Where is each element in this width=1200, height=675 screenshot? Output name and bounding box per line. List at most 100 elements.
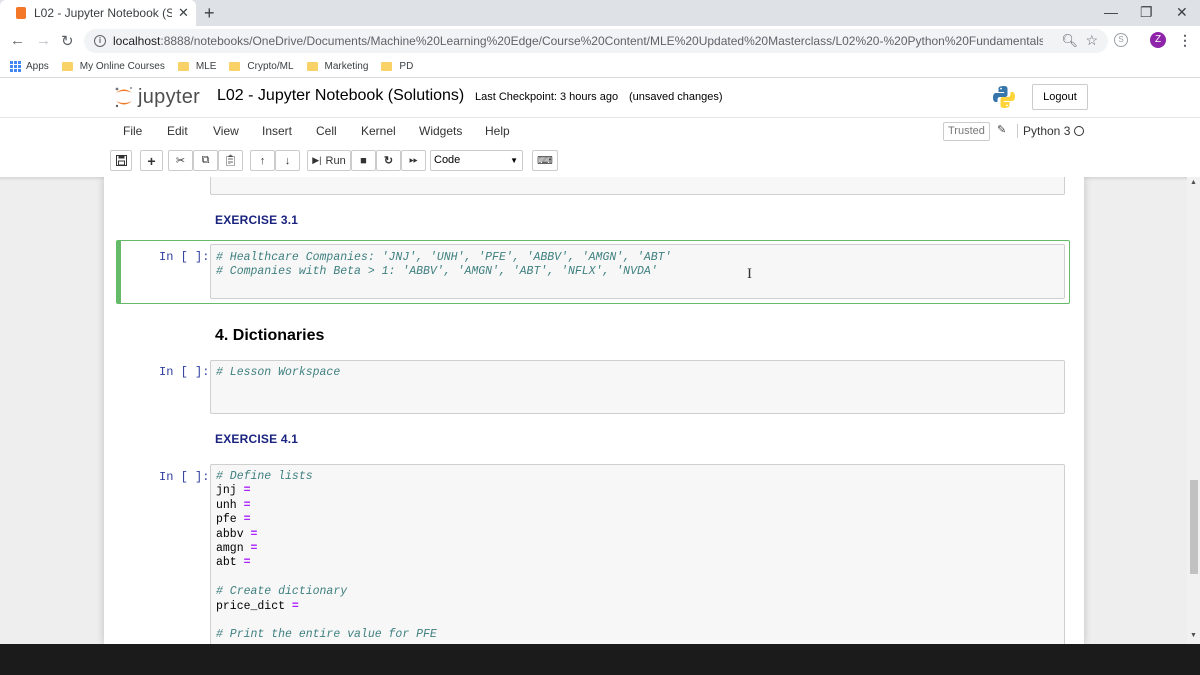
save-icon[interactable] xyxy=(110,150,132,171)
menu-widgets[interactable]: Widgets xyxy=(419,124,462,138)
kernel-idle-indicator-icon xyxy=(1074,126,1084,136)
jupyter-wordmark: jupyter xyxy=(138,85,201,108)
bookmark-pd[interactable]: PD xyxy=(381,61,413,72)
minimize-icon[interactable]: — xyxy=(1104,4,1118,20)
menu-insert[interactable]: Insert xyxy=(262,124,292,138)
dropdown-caret-icon: ▼ xyxy=(510,156,518,165)
code-line: abt = xyxy=(216,556,251,570)
code-line: unh = xyxy=(216,498,251,512)
checkpoint-status: Last Checkpoint: 3 hours ago xyxy=(475,91,619,103)
menu-kernel[interactable]: Kernel xyxy=(361,124,396,138)
forward-arrow-icon[interactable]: → xyxy=(36,32,51,49)
paste-icon[interactable]: 📋︎ xyxy=(218,150,243,171)
bookmark-marketing[interactable]: Marketing xyxy=(306,61,368,72)
browser-tab-strip: L02 - Jupyter Notebook (Solutio ✕ + — ❐ … xyxy=(0,0,1200,26)
code-line: pfe = xyxy=(216,513,251,527)
autosave-status: (unsaved changes) xyxy=(629,91,723,103)
previous-cell-input[interactable] xyxy=(210,177,1065,195)
edit-mode-pencil-icon: ✎ xyxy=(997,124,1007,136)
interrupt-stop-icon[interactable]: ■ xyxy=(351,150,376,171)
restart-run-all-icon[interactable]: ⏩︎ xyxy=(401,150,426,171)
bookmark-apps[interactable]: Apps xyxy=(10,61,49,72)
exercise-3-1-heading: EXERCISE 3.1 xyxy=(215,213,299,227)
menu-cell[interactable]: Cell xyxy=(316,124,337,138)
tab-title: L02 - Jupyter Notebook (Solutio xyxy=(34,6,172,20)
logout-button[interactable]: Logout xyxy=(1032,84,1088,110)
menu-view[interactable]: View xyxy=(213,124,239,138)
tab-close-icon[interactable]: ✕ xyxy=(178,5,189,21)
jupyter-logo-icon xyxy=(115,86,133,108)
new-tab-button[interactable]: + xyxy=(204,3,215,24)
browser-toolbar: ← → ↻ i localhost:8888/notebooks/OneDriv… xyxy=(0,26,1200,56)
cell-prompt: In [ ]: xyxy=(159,250,210,264)
bookmark-crypto-ml[interactable]: Crypto/ML xyxy=(229,61,294,72)
bookmark-my-online-courses[interactable]: My Online Courses xyxy=(61,61,165,72)
move-up-arrow-icon[interactable]: ↑ xyxy=(250,150,275,171)
folder-icon xyxy=(61,62,73,71)
python-logo-icon xyxy=(993,86,1015,108)
code-line: # Companies with Beta > 1: 'ABBV', 'AMGN… xyxy=(216,265,658,279)
notebook-title[interactable]: L02 - Jupyter Notebook (Solutions) xyxy=(217,87,464,105)
close-window-icon[interactable]: ✕ xyxy=(1176,4,1188,21)
command-palette-keyboard-icon[interactable]: ⌨ xyxy=(532,150,558,171)
restart-kernel-icon[interactable]: ↻ xyxy=(376,150,401,171)
text-cursor-icon: I xyxy=(747,266,752,282)
address-bar[interactable]: i localhost:8888/notebooks/OneDrive/Docu… xyxy=(84,29,1108,53)
code-editor[interactable]: # Healthcare Companies: 'JNJ', 'UNH', 'P… xyxy=(210,244,1065,299)
cut-scissors-icon[interactable]: ✂ xyxy=(168,150,193,171)
notebook-toolbar: + ✂ ⧉ 📋︎ ↑ ↓ ▶︎| Run ■ ↻ ⏩︎ Code ▼ ⌨ xyxy=(110,150,1090,172)
trusted-indicator[interactable]: Trusted xyxy=(943,122,990,141)
site-info-icon[interactable]: i xyxy=(94,35,106,47)
menu-edit[interactable]: Edit xyxy=(167,124,188,138)
jupyter-favicon-icon xyxy=(16,7,26,19)
zoom-icon[interactable]: 🔍︎ xyxy=(1061,33,1078,49)
extension-icon[interactable]: S xyxy=(1114,33,1128,47)
reload-icon[interactable]: ↻ xyxy=(61,32,74,50)
notebook-container: EXERCISE 3.1 In [ ]: # Healthcare Compan… xyxy=(104,177,1084,644)
bookmark-star-icon[interactable]: ☆ xyxy=(1085,32,1098,49)
bookmark-mle[interactable]: MLE xyxy=(177,61,216,72)
restore-icon[interactable]: ❐ xyxy=(1140,4,1153,21)
browser-tab[interactable]: L02 - Jupyter Notebook (Solutio ✕ xyxy=(0,0,196,26)
code-line: jnj = xyxy=(216,484,251,498)
menu-file[interactable]: File xyxy=(123,124,142,138)
back-arrow-icon[interactable]: ← xyxy=(10,32,25,49)
code-line: # Healthcare Companies: 'JNJ', 'UNH', 'P… xyxy=(216,251,672,264)
code-editor[interactable]: # Define lists jnj = unh = pfe = abbv = … xyxy=(210,464,1065,644)
insert-cell-plus-icon[interactable]: + xyxy=(140,150,163,171)
cell-type-select[interactable]: Code ▼ xyxy=(430,150,523,171)
folder-icon xyxy=(177,62,189,71)
scroll-up-arrow-icon[interactable]: ▲ xyxy=(1190,179,1197,186)
video-bottom-bar xyxy=(0,644,1200,675)
page-scrollbar[interactable]: ▲ ▼ xyxy=(1187,177,1200,644)
exercise-4-1-heading: EXERCISE 4.1 xyxy=(215,432,299,446)
code-line: abbv = xyxy=(216,527,258,541)
folder-icon xyxy=(306,62,318,71)
bookmarks-bar: Apps My Online Courses MLE Crypto/ML Mar… xyxy=(0,56,1200,78)
jupyter-logo[interactable]: jupyter xyxy=(114,85,200,109)
run-label: Run xyxy=(325,154,346,167)
profile-avatar[interactable]: Z xyxy=(1150,32,1166,48)
code-line: amgn = xyxy=(216,542,258,556)
apps-grid-icon xyxy=(10,61,21,72)
code-editor[interactable]: # Lesson Workspace xyxy=(210,360,1065,414)
code-line: # Print the entire value for PFE xyxy=(216,628,437,642)
code-line: # Lesson Workspace xyxy=(216,366,341,379)
copy-icon[interactable]: ⧉ xyxy=(193,150,218,171)
move-down-arrow-icon[interactable]: ↓ xyxy=(275,150,300,171)
cell-type-value: Code xyxy=(434,154,461,166)
scroll-down-arrow-icon[interactable]: ▼ xyxy=(1190,632,1197,639)
cell-prompt: In [ ]: xyxy=(159,365,210,379)
code-line: # Define lists xyxy=(216,470,313,483)
menu-help[interactable]: Help xyxy=(485,124,510,138)
browser-menu-icon[interactable]: ⋮ xyxy=(1178,32,1192,49)
notebook-menubar: File Edit View Insert Cell Kernel Widget… xyxy=(110,118,1090,146)
scrollbar-thumb[interactable] xyxy=(1190,480,1198,574)
cell-prompt: In [ ]: xyxy=(159,470,210,484)
url-text: localhost:8888/notebooks/OneDrive/Docume… xyxy=(113,34,1043,48)
run-button[interactable]: ▶︎| Run xyxy=(307,150,351,171)
dictionaries-heading: 4. Dictionaries xyxy=(215,327,325,344)
notebook-scroll-area[interactable]: EXERCISE 3.1 In [ ]: # Healthcare Compan… xyxy=(0,177,1187,644)
